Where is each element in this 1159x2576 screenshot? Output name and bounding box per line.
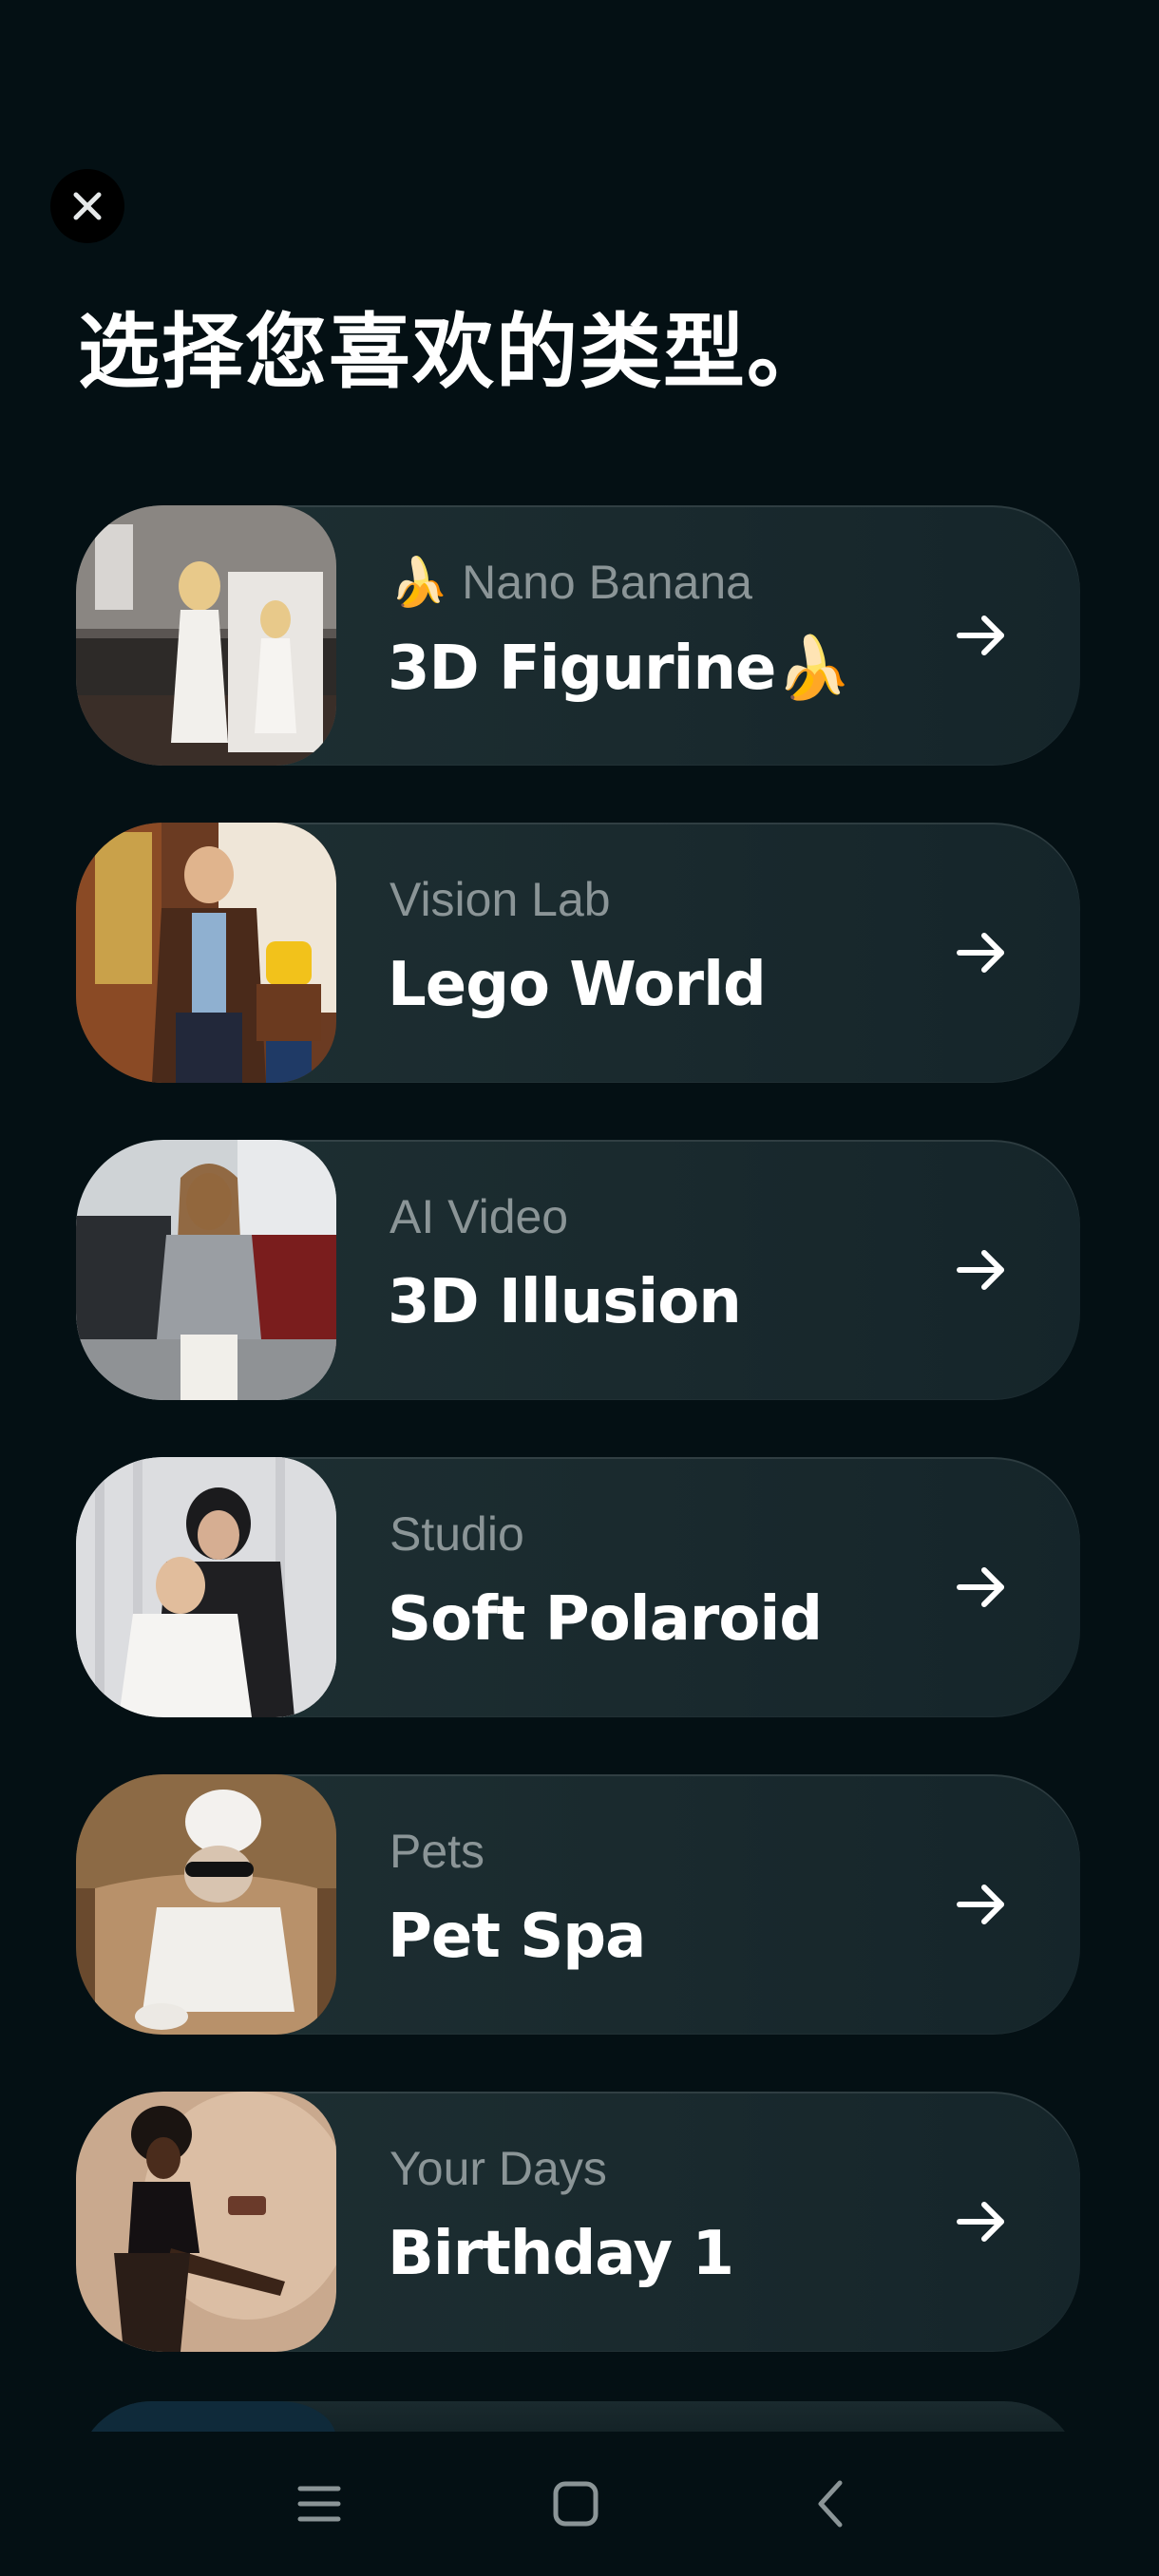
close-icon — [73, 192, 102, 220]
card-title: 3D Figurine🍌 — [388, 634, 851, 704]
menu-button[interactable] — [272, 2456, 367, 2551]
card-title: Lego World — [388, 950, 767, 1020]
style-card-3d-figurine[interactable]: 🍌 Nano Banana 3D Figurine🍌 — [76, 505, 1080, 766]
back-icon — [818, 2480, 843, 2528]
pet-spa-image — [76, 1774, 336, 2035]
style-card-pet-spa[interactable]: Pets Pet Spa — [76, 1774, 1080, 2035]
arrow-right-icon — [957, 933, 1004, 973]
card-category: Your Days — [390, 2142, 607, 2195]
card-category: Vision Lab — [390, 873, 611, 926]
card-title: Soft Polaroid — [388, 1584, 823, 1655]
menu-icon — [297, 2486, 341, 2522]
lego-image — [76, 823, 336, 1083]
birthday-image — [76, 2092, 336, 2352]
card-title: Birthday 1 — [388, 2219, 734, 2289]
arrow-right-icon — [957, 1250, 1004, 1290]
card-category: AI Video — [390, 1190, 569, 1243]
card-title: Pet Spa — [388, 1902, 646, 1972]
style-card-soft-polaroid[interactable]: Studio Soft Polaroid — [76, 1457, 1080, 1717]
card-thumbnail — [76, 823, 336, 1083]
card-thumbnail — [76, 505, 336, 766]
close-button[interactable] — [50, 169, 124, 243]
arrow-right-icon — [957, 1567, 1004, 1607]
style-card-birthday-1[interactable]: Your Days Birthday 1 — [76, 2092, 1080, 2352]
arrow-right-icon — [957, 1885, 1004, 1924]
home-icon — [553, 2481, 598, 2527]
card-title: 3D Illusion — [388, 1267, 742, 1337]
style-card-3d-illusion[interactable]: AI Video 3D Illusion — [76, 1140, 1080, 1400]
page-title: 选择您喜欢的类型。 — [78, 305, 830, 400]
card-thumbnail — [76, 1457, 336, 1717]
card-category: 🍌 Nano Banana — [390, 556, 752, 609]
card-thumbnail — [76, 2092, 336, 2352]
polaroid-image — [76, 1457, 336, 1717]
screen: 选择您喜欢的类型。 🍌 Nano Banana 3D Figurine🍌 Vis… — [0, 0, 1159, 2576]
arrow-right-icon — [957, 616, 1004, 655]
system-navigation-bar — [0, 2432, 1159, 2576]
arrow-right-icon — [957, 2202, 1004, 2242]
back-button[interactable] — [783, 2456, 878, 2551]
illusion-image — [76, 1140, 336, 1400]
figurine-image — [76, 505, 336, 766]
home-button[interactable] — [528, 2456, 623, 2551]
card-category: Pets — [390, 1825, 485, 1878]
card-category: Studio — [390, 1507, 524, 1561]
card-thumbnail — [76, 1774, 336, 2035]
card-thumbnail — [76, 1140, 336, 1400]
style-card-lego-world[interactable]: Vision Lab Lego World — [76, 823, 1080, 1083]
